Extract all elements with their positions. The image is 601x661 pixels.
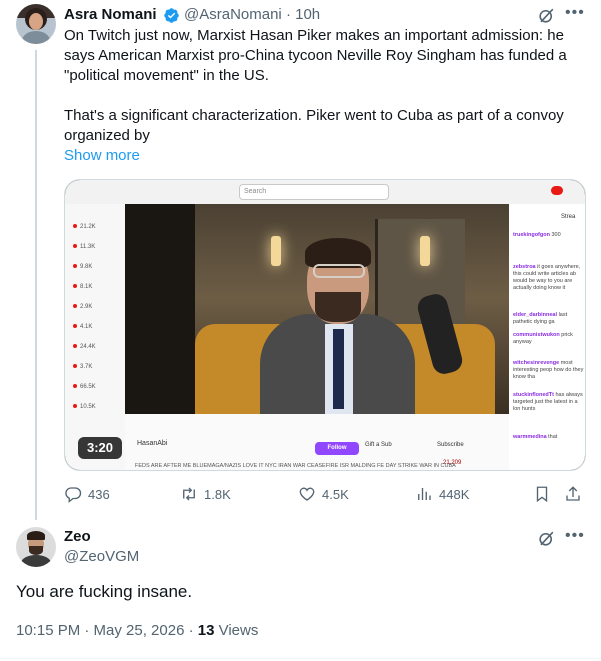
video-duration-badge: 3:20 (78, 437, 122, 459)
stream-ticker: FEDS ARE AFTER ME BLUEMAGA/NAZIS LOVE IT… (135, 463, 456, 469)
like-button[interactable]: 4.5K (298, 484, 349, 504)
grok-icon[interactable] (537, 6, 556, 25)
bookmark-icon (536, 486, 548, 503)
tweet-timestamp[interactable]: 10h (295, 6, 320, 23)
reply-author-avatar[interactable] (16, 527, 56, 567)
follow-button: Follow (315, 442, 359, 455)
reply-author-name[interactable]: Zeo (64, 528, 91, 545)
wall-lamp (420, 236, 430, 266)
more-options-icon[interactable]: ••• (565, 527, 585, 545)
tweet-paragraph: On Twitch just now, Marxist Hasan Piker … (64, 27, 567, 84)
retweet-count: 1.8K (204, 486, 231, 502)
author-name[interactable]: Asra Nomani (64, 6, 157, 23)
tweet-paragraph: That's a significant characterization. P… (64, 107, 564, 144)
reply-views-count: 13 (197, 622, 215, 639)
stream-video-frame (125, 204, 509, 414)
retweet-icon (183, 487, 195, 501)
tweet-text: On Twitch just now, Marxist Hasan Piker … (64, 26, 586, 146)
reply-icon (65, 487, 82, 503)
analytics-icon (418, 488, 431, 500)
sidebar-count: 11.3K (73, 244, 95, 250)
share-button[interactable] (564, 484, 588, 504)
reply-count: 436 (88, 486, 110, 502)
chat-header: Strea (561, 214, 576, 220)
notification-badge (551, 186, 563, 195)
chat-message: warmmedina that (513, 434, 558, 440)
reply-meta: 10:15 PM · May 25, 2026 · 13 Views (16, 622, 258, 639)
sidebar-count: 9.8K (73, 264, 92, 270)
streamer-name: HasanAbi (137, 440, 168, 447)
sidebar-count: 2.9K (73, 304, 92, 310)
chat-message: communistwukon prick anyway (513, 332, 573, 345)
reply-views-label: Views (214, 622, 259, 639)
chat-message: elder_darbinneal last pathetic dying ga (513, 312, 568, 325)
chat-message: stuckinflonedTt has always targeted just… (513, 392, 583, 412)
thread-line (35, 50, 37, 520)
author-avatar[interactable] (16, 4, 56, 44)
sidebar-count: 66.5K (73, 384, 96, 390)
views-button[interactable]: 448K (415, 484, 469, 504)
sidebar-count: 21.2K (73, 224, 96, 230)
heart-icon (299, 487, 315, 501)
sidebar-count: 10.5K (73, 404, 96, 410)
wall-lamp (271, 236, 281, 266)
twitch-search-box: Search (239, 184, 389, 200)
chat-message: zebstroa it goes anywhere, this could wr… (513, 264, 581, 291)
subscribe-button: Subscribe (437, 442, 464, 448)
reply-button[interactable]: 436 (64, 484, 110, 504)
sidebar-count: 8.1K (73, 284, 92, 290)
video-player[interactable]: Search 21.2K 11.3K 9.8K 8.1K 2.9K 4.1K 2… (64, 179, 586, 471)
sidebar-count: 24.4K (73, 344, 96, 350)
dot-separator: · (285, 6, 291, 23)
gift-sub-button: Gift a Sub (365, 442, 392, 448)
grok-icon[interactable] (537, 529, 556, 548)
twitch-chat-panel: Strea truekingofgon 300 zebstroa it goes… (509, 204, 585, 470)
author-handle-and-time[interactable]: @AsraNomani · 10h (184, 6, 320, 23)
author-handle[interactable]: @AsraNomani (184, 6, 282, 23)
verified-badge-icon[interactable] (163, 7, 180, 24)
bookmark-button[interactable] (533, 484, 557, 504)
view-count: 448K (439, 486, 470, 502)
retweet-button[interactable]: 1.8K (180, 484, 231, 504)
sidebar-count: 3.7K (73, 364, 92, 370)
share-icon (566, 486, 580, 501)
reply-timestamp[interactable]: 10:15 PM · May 25, 2026 · (16, 622, 198, 639)
more-options-icon[interactable]: ••• (565, 4, 585, 22)
like-count: 4.5K (322, 486, 349, 502)
show-more-link[interactable]: Show more (64, 147, 140, 164)
divider (0, 658, 601, 659)
reply-author-handle[interactable]: @ZeoVGM (64, 548, 139, 565)
chat-message: witchesinrevenge most interesting peop h… (513, 360, 584, 380)
reply-text: You are fucking insane. (16, 582, 193, 601)
twitch-sidebar: 21.2K 11.3K 9.8K 8.1K 2.9K 4.1K 24.4K 3.… (65, 204, 125, 470)
sidebar-count: 4.1K (73, 324, 92, 330)
chat-message: truekingofgon 300 (513, 232, 561, 238)
